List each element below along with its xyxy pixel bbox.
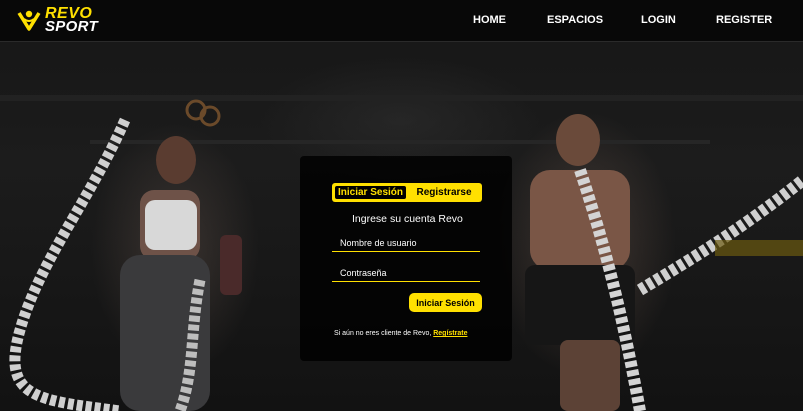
- username-input[interactable]: [332, 237, 480, 252]
- tab-iniciar-sesion[interactable]: Iniciar Sesión: [335, 186, 406, 199]
- person-chevron-logo-icon: [17, 10, 41, 31]
- signup-prompt-text: Si aún no eres cliente de Revo,: [334, 330, 434, 337]
- auth-tabs: Iniciar Sesión Registrarse: [332, 183, 482, 202]
- page: REVO SPORT HOME ESPACIOS LOGIN REGISTER …: [0, 0, 803, 411]
- password-input[interactable]: [332, 267, 480, 282]
- nav-home-link[interactable]: HOME: [473, 14, 506, 26]
- login-submit-button[interactable]: Iniciar Sesión: [409, 293, 482, 312]
- nav-register-link[interactable]: REGISTER: [716, 14, 772, 26]
- signup-link[interactable]: Regístrate: [433, 330, 467, 337]
- top-navbar: REVO SPORT HOME ESPACIOS LOGIN REGISTER: [0, 0, 803, 42]
- brand-logo[interactable]: REVO SPORT: [16, 4, 98, 36]
- brand-name-line2: SPORT: [45, 18, 98, 35]
- login-heading: Ingrese su cuenta Revo: [352, 213, 463, 225]
- nav-login-link[interactable]: LOGIN: [641, 14, 676, 26]
- nav-espacios-link[interactable]: ESPACIOS: [547, 14, 603, 26]
- login-panel: Iniciar Sesión Registrarse Ingrese su cu…: [300, 156, 512, 361]
- brand-wordmark: REVO SPORT: [45, 6, 98, 35]
- tab-registrarse[interactable]: Registrarse: [409, 186, 479, 199]
- signup-prompt: Si aún no eres cliente de Revo, Regístra…: [334, 330, 467, 337]
